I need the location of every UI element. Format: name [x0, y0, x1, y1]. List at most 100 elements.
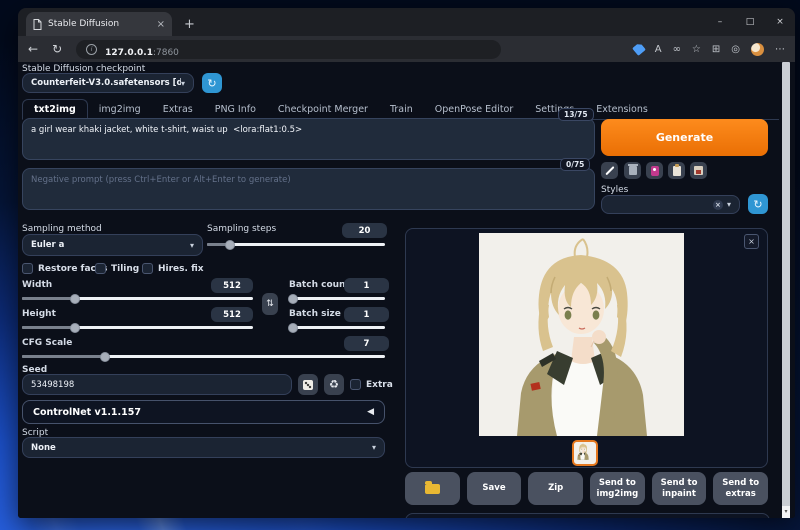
- chevron-down-icon: ▾: [180, 78, 185, 88]
- close-button[interactable]: ×: [765, 8, 795, 36]
- slider-handle[interactable]: [287, 293, 298, 304]
- scrollbar[interactable]: ▾: [782, 62, 790, 518]
- slider-handle[interactable]: [287, 322, 298, 333]
- paste-arrow-icon: [605, 166, 614, 175]
- url-port: :7860: [152, 47, 179, 58]
- generation-info-panel: [405, 513, 770, 518]
- window-controls: – □ ×: [705, 8, 795, 36]
- save-style-button[interactable]: [690, 162, 707, 179]
- address-bar[interactable]: i 127.0.0.1:7860: [76, 39, 502, 59]
- send-to-img2img-button[interactable]: Send to img2img: [590, 472, 645, 505]
- clear-prompt-button[interactable]: [624, 162, 641, 179]
- slider-handle[interactable]: [100, 351, 111, 362]
- slider-handle[interactable]: [225, 239, 236, 250]
- paste-params-button[interactable]: [601, 162, 618, 179]
- clear-styles-icon[interactable]: ×: [712, 199, 723, 210]
- tab-extensions[interactable]: Extensions: [585, 100, 659, 119]
- refresh-icon: ↻: [753, 197, 763, 211]
- site-info-icon[interactable]: i: [86, 43, 98, 55]
- batch-size-value[interactable]: 1: [344, 307, 389, 322]
- restore-faces-checkbox[interactable]: [22, 263, 33, 274]
- browser-tab[interactable]: Stable Diffusion ×: [26, 12, 172, 36]
- tab-openpose-editor[interactable]: OpenPose Editor: [424, 100, 525, 119]
- tab-train[interactable]: Train: [379, 100, 424, 119]
- slider-handle[interactable]: [70, 322, 81, 333]
- height-value[interactable]: 512: [211, 307, 253, 322]
- generate-button[interactable]: Generate: [601, 119, 768, 156]
- checkpoint-refresh-button[interactable]: ↻: [202, 73, 222, 93]
- tab-txt2img[interactable]: txt2img: [22, 99, 88, 120]
- toolbar-icons: A ∞ ☆ ⊞ ◎ ⋯: [634, 43, 785, 56]
- random-seed-button[interactable]: [298, 374, 318, 395]
- cfg-scale-slider[interactable]: [22, 351, 385, 362]
- tab-close-icon[interactable]: ×: [157, 19, 165, 30]
- slider-handle[interactable]: [70, 293, 81, 304]
- save-button[interactable]: Save: [466, 472, 522, 505]
- scroll-down-icon[interactable]: ▾: [782, 506, 790, 518]
- extra-networks-button[interactable]: [646, 162, 663, 179]
- tab-checkpoint-merger[interactable]: Checkpoint Merger: [267, 100, 379, 119]
- styles-dropdown[interactable]: × ▾: [601, 195, 740, 214]
- batch-count-value[interactable]: 1: [344, 278, 389, 293]
- sampling-method-value: Euler a: [31, 240, 65, 250]
- styles-refresh-button[interactable]: ↻: [748, 194, 768, 214]
- batch-count-slider[interactable]: [287, 293, 385, 304]
- sampling-steps-slider[interactable]: [207, 239, 385, 250]
- width-value[interactable]: 512: [211, 278, 253, 293]
- back-icon[interactable]: ←: [28, 42, 38, 56]
- gallery-close-icon[interactable]: ×: [744, 234, 759, 249]
- collections-icon[interactable]: ⊞: [712, 44, 720, 55]
- tab-img2img[interactable]: img2img: [88, 100, 152, 119]
- reuse-seed-button[interactable]: ♻: [324, 374, 344, 395]
- swap-dimensions-button[interactable]: ⇅: [262, 293, 278, 315]
- checkpoint-dropdown[interactable]: Counterfeit-V3.0.safetensors [db6cd0a62d…: [22, 73, 194, 93]
- maximize-button[interactable]: □: [735, 8, 765, 36]
- negative-prompt-token-counter: 0/75: [560, 158, 591, 171]
- minimize-button[interactable]: –: [705, 8, 735, 36]
- tab-extras[interactable]: Extras: [152, 100, 204, 119]
- apply-style-button[interactable]: [668, 162, 685, 179]
- sampling-steps-label: Sampling steps: [207, 224, 277, 234]
- profile-avatar[interactable]: [751, 42, 764, 56]
- controlnet-accordion[interactable]: ControlNet v1.1.157 ◀: [22, 400, 385, 424]
- url-host: 127.0.0.1: [105, 47, 153, 58]
- script-value: None: [31, 442, 56, 453]
- swap-icon: ⇅: [266, 299, 274, 309]
- tiling-checkbox[interactable]: [95, 263, 106, 274]
- sampling-steps-value[interactable]: 20: [342, 223, 387, 238]
- cfg-scale-value[interactable]: 7: [344, 336, 389, 351]
- extensions-icon[interactable]: ◎: [731, 44, 740, 55]
- width-slider[interactable]: [22, 293, 253, 304]
- gallery-thumbnail[interactable]: [572, 440, 598, 466]
- reload-icon[interactable]: ↻: [52, 42, 62, 56]
- read-aloud-icon[interactable]: A: [655, 44, 662, 55]
- favorites-icon[interactable]: ☆: [692, 44, 701, 55]
- batch-size-slider[interactable]: [287, 322, 385, 333]
- new-tab-button[interactable]: +: [184, 17, 195, 32]
- tab-png-info[interactable]: PNG Info: [204, 100, 267, 119]
- open-folder-button[interactable]: [405, 472, 460, 505]
- script-dropdown[interactable]: None ▾: [22, 437, 385, 458]
- generate-label: Generate: [655, 131, 714, 144]
- prompt-input[interactable]: a girl wear khaki jacket, white t-shirt,…: [22, 118, 595, 160]
- send-to-extras-button[interactable]: Send to extras: [713, 472, 769, 505]
- immersive-reader-icon[interactable]: ∞: [673, 44, 681, 55]
- extra-seed-checkbox[interactable]: [350, 379, 361, 390]
- floppy-disk-icon: [694, 166, 703, 175]
- more-menu-icon[interactable]: ⋯: [775, 44, 785, 55]
- browser-tab-title: Stable Diffusion: [48, 19, 120, 29]
- send-to-inpaint-button[interactable]: Send to inpaint: [651, 472, 707, 505]
- negative-prompt-input[interactable]: [22, 168, 595, 210]
- height-slider[interactable]: [22, 322, 253, 333]
- seed-input[interactable]: [22, 374, 292, 395]
- recycle-icon: ♻: [329, 378, 339, 391]
- tiling-label: Tiling: [111, 264, 140, 274]
- prompt-token-counter: 13/75: [558, 108, 594, 121]
- hires-fix-checkbox[interactable]: [142, 263, 153, 274]
- shopping-icon[interactable]: [632, 42, 646, 56]
- page-content: Stable Diffusion checkpoint Counterfeit-…: [18, 62, 795, 518]
- zip-button[interactable]: Zip: [528, 472, 584, 505]
- sampling-method-dropdown[interactable]: Euler a ▾: [22, 234, 203, 256]
- batch-count-label: Batch count: [289, 280, 350, 290]
- generated-image[interactable]: [479, 233, 684, 436]
